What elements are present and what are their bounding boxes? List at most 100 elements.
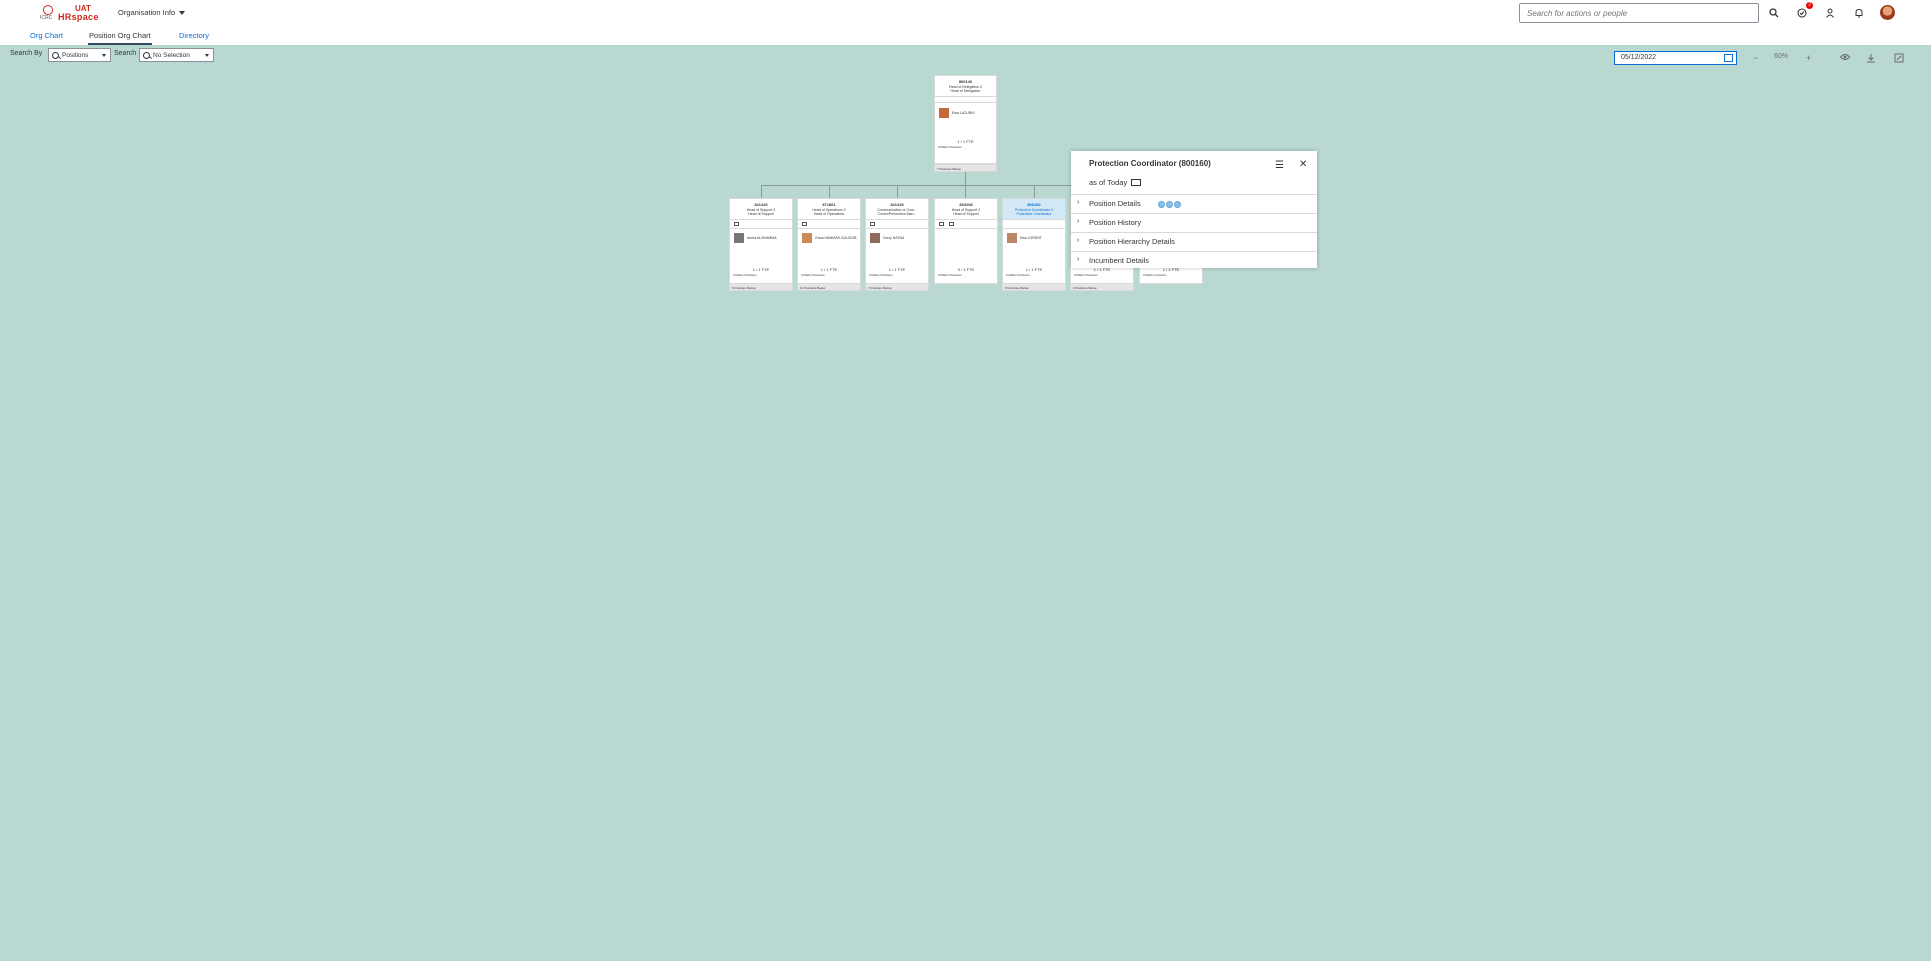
avatar <box>802 233 812 243</box>
search-by-label: Search By <box>10 50 43 57</box>
positions-below[interactable]: 7 Positions Below <box>934 164 997 172</box>
shell-bar: ICRC UAT HRspace Organisation Info 2 <box>0 0 1931 26</box>
fte-value: 1 / 1 FTE <box>820 267 838 272</box>
close-icon[interactable]: ✕ <box>1299 159 1307 170</box>
connector-line <box>761 185 762 198</box>
org-node[interactable]: 833208 Head of Support 2 Head of Support 0… <box>934 198 998 284</box>
incumbent-name[interactable]: Ewa LAZURKI <box>952 111 975 115</box>
position-subtitle: Protection Coordinator <box>1016 212 1052 216</box>
incumbent-name[interactable]: Amira ALSHAMMA <box>747 236 777 240</box>
position-icon[interactable] <box>949 222 954 226</box>
avatar <box>734 233 744 243</box>
positions-below[interactable]: 7 Positions Below <box>865 283 929 291</box>
people-icon[interactable] <box>1822 5 1838 21</box>
zoom-out-button[interactable]: − <box>1753 53 1758 63</box>
section-incumbent-details[interactable]: › Incumbent Details <box>1071 251 1317 268</box>
org-node[interactable]: 841418 Communication or Com... Comm/Preven… <box>865 198 929 291</box>
section-label: Incumbent Details <box>1089 256 1150 265</box>
zoom-in-button[interactable]: + <box>1806 53 1811 63</box>
chevron-down-icon <box>205 54 209 57</box>
company-logo[interactable]: ICRC UAT HRspace <box>40 3 98 23</box>
positions-below[interactable]: 3 Positions Below <box>1070 283 1134 291</box>
chevron-right-icon: › <box>1077 199 1080 206</box>
section-position-details[interactable]: › Position Details <box>1071 194 1317 213</box>
section-label: Position Details <box>1089 199 1141 208</box>
as-of-date: as of Today <box>1089 178 1142 187</box>
position-icon[interactable] <box>802 222 807 226</box>
fte-value: 0 / 1 FTE <box>957 267 975 272</box>
positions-below[interactable]: 10 Positions Below <box>797 283 861 291</box>
org-node-selected[interactable]: 800160 Protection Coordinator 2 Protection… <box>1002 198 1066 291</box>
zoom-level: 60% <box>1774 53 1789 60</box>
avatar <box>1007 233 1017 243</box>
org-node[interactable]: 871861 Head of Operations 2 Head of Operat… <box>797 198 861 291</box>
section-label: Position Hierarchy Details <box>1089 237 1175 246</box>
incumbent-name[interactable]: Gerry HATNA <box>883 236 904 240</box>
org-node[interactable]: 841443 Head of Support 3 Head of Support A… <box>729 198 793 291</box>
tab-position-org-chart[interactable]: Position Org Chart <box>88 31 152 45</box>
search-select[interactable]: No Selection <box>139 48 214 62</box>
positions-below[interactable]: 6 Positions Below <box>729 283 793 291</box>
date-picker[interactable]: 05/12/2022 <box>1614 51 1737 65</box>
date-value: 05/12/2022 <box>1621 54 1657 61</box>
position-subtitle: Head of Support <box>953 212 979 216</box>
app-title: Organisation Info <box>118 8 176 17</box>
approvals-icon[interactable]: 2 <box>1794 2 1813 21</box>
search-icon <box>52 51 59 59</box>
incumbent-name[interactable]: Guna HAMMAR-SULISOB <box>815 236 856 240</box>
logo-product-text: HRspace <box>58 12 99 22</box>
position-subtitle: Head of Delegation <box>950 89 981 93</box>
search-label: Search <box>114 50 137 57</box>
avatar <box>939 108 949 118</box>
id-card-icon[interactable] <box>1131 179 1142 186</box>
position-subtitle: Comm/Prevention Man... <box>877 212 917 216</box>
chevron-right-icon: › <box>1077 237 1080 244</box>
global-search-input[interactable] <box>1519 3 1759 23</box>
search-by-value: Positions <box>62 51 89 59</box>
add-person-icon[interactable] <box>939 222 944 226</box>
avatar <box>870 233 880 243</box>
org-node-root[interactable]: 800140 Head of Delegation 2 Head of Dele… <box>934 75 997 172</box>
matrix-positions: 0 Matrix Positions <box>1074 273 1098 277</box>
logo-org-text: ICRC <box>40 15 53 21</box>
calendar-icon[interactable] <box>1724 54 1733 62</box>
bell-icon[interactable] <box>1851 5 1867 21</box>
matrix-positions: 0 Matrix Positions <box>869 273 893 277</box>
section-position-history[interactable]: › Position History <box>1071 213 1317 232</box>
section-position-hierarchy-details[interactable]: › Position Hierarchy Details <box>1071 232 1317 251</box>
connector-line <box>1034 185 1035 198</box>
position-subtitle: Head of Operations <box>813 212 845 216</box>
search-icon[interactable] <box>1766 5 1782 21</box>
download-icon[interactable] <box>1866 53 1876 65</box>
popover-title: Protection Coordinator (800160) <box>1089 159 1211 168</box>
position-icon[interactable] <box>734 222 739 226</box>
loading-indicator <box>1158 201 1181 208</box>
as-of-label: as of Today <box>1089 178 1128 187</box>
tab-org-chart[interactable]: Org Chart <box>30 31 63 40</box>
matrix-positions: 0 Matrix Positions <box>938 273 962 277</box>
matrix-positions: 0 Matrix Positions <box>938 145 962 149</box>
matrix-positions: 0 Matrix Positions <box>801 273 825 277</box>
user-avatar[interactable] <box>1880 5 1895 20</box>
notification-badge: 2 <box>1806 2 1813 9</box>
connector-line <box>897 185 898 198</box>
connector-line <box>965 185 966 198</box>
chevron-right-icon: › <box>1077 256 1080 263</box>
icrc-emblem-icon <box>43 5 53 15</box>
position-subtitle: Head of Support <box>748 212 774 216</box>
tab-directory[interactable]: Directory <box>179 31 209 40</box>
fte-value: 1 / 1 FTE <box>957 139 974 144</box>
search-by-select[interactable]: Positions <box>48 48 111 62</box>
position-quickcard-popover: Protection Coordinator (800160) ☰ ✕ as o… <box>1071 151 1317 268</box>
connector-line <box>829 185 830 198</box>
chevron-down-icon <box>179 10 186 15</box>
eye-icon[interactable] <box>1839 53 1851 63</box>
positions-below[interactable]: 8 Positions Below <box>1002 283 1066 291</box>
chevron-down-icon <box>102 54 106 57</box>
matrix-positions: 0 Matrix Positions <box>733 273 757 277</box>
menu-icon[interactable]: ☰ <box>1275 160 1284 171</box>
app-title-menu[interactable]: Organisation Info <box>118 8 186 17</box>
incumbent-name[interactable]: Kiss LORENT <box>1020 236 1042 240</box>
fullscreen-icon[interactable] <box>1894 53 1904 65</box>
position-icon[interactable] <box>870 222 875 226</box>
